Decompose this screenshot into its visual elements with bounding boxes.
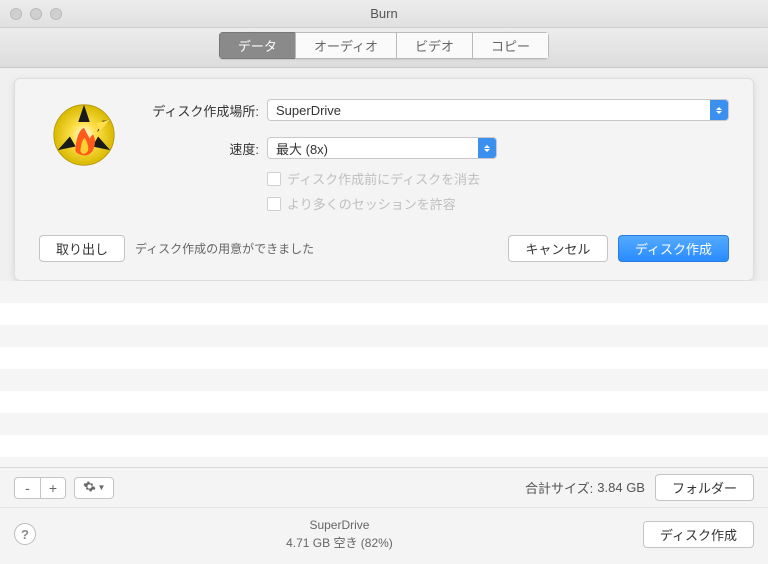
location-select[interactable]: SuperDrive [267, 99, 729, 121]
speed-select[interactable]: 最大 (8x) [267, 137, 497, 159]
select-stepper-icon [710, 100, 728, 120]
speed-label: 速度: [129, 139, 259, 158]
burn-icon [48, 99, 120, 213]
erase-checkbox-label: ディスク作成前にディスクを消去 [287, 169, 480, 188]
bottom-toolbar: - + ▼ 合計サイズ: 3.84 GB フォルダー [0, 467, 768, 507]
window-title: Burn [370, 6, 397, 21]
status-bar: ? SuperDrive 4.71 GB 空き (82%) ディスク作成 [0, 507, 768, 564]
tab-data[interactable]: データ [219, 32, 295, 59]
tab-video[interactable]: ビデオ [396, 32, 472, 59]
drive-name: SuperDrive [36, 516, 643, 534]
location-value: SuperDrive [268, 103, 710, 118]
drive-info: SuperDrive 4.71 GB 空き (82%) [36, 516, 643, 552]
traffic-lights [10, 8, 62, 20]
segmented-control: データ オーディオ ビデオ コピー [219, 32, 549, 59]
erase-checkbox-row: ディスク作成前にディスクを消去 [267, 169, 729, 188]
erase-checkbox [267, 172, 281, 186]
burn-button[interactable]: ディスク作成 [618, 235, 729, 262]
help-button[interactable]: ? [14, 523, 36, 545]
speed-value: 最大 (8x) [268, 139, 478, 158]
zoom-icon[interactable] [50, 8, 62, 20]
ready-status: ディスク作成の用意ができました [135, 240, 314, 257]
total-size-label: 合計サイズ: [525, 478, 593, 497]
chevron-down-icon: ▼ [98, 483, 106, 492]
location-label: ディスク作成場所: [129, 101, 259, 120]
titlebar: Burn [0, 0, 768, 28]
tab-copy[interactable]: コピー [472, 32, 549, 59]
minimize-icon[interactable] [30, 8, 42, 20]
close-icon[interactable] [10, 8, 22, 20]
tab-audio[interactable]: オーディオ [295, 32, 396, 59]
tab-bar: データ オーディオ ビデオ コピー [0, 28, 768, 68]
burn-sheet: ディスク作成場所: SuperDrive 速度: 最大 (8x) [14, 78, 754, 281]
cancel-button[interactable]: キャンセル [508, 235, 608, 262]
burn-button-footer[interactable]: ディスク作成 [643, 521, 754, 548]
session-checkbox [267, 197, 281, 211]
folder-button[interactable]: フォルダー [655, 474, 754, 501]
eject-button[interactable]: 取り出し [39, 235, 125, 262]
session-checkbox-row: より多くのセッションを許容 [267, 194, 729, 213]
remove-button[interactable]: - [14, 477, 40, 499]
gear-menu-button[interactable]: ▼ [74, 477, 114, 499]
select-stepper-icon [478, 138, 496, 158]
add-button[interactable]: + [40, 477, 66, 499]
total-size-value: 3.84 GB [597, 480, 645, 495]
drive-free: 4.71 GB 空き (82%) [36, 534, 643, 552]
gear-icon [83, 480, 96, 496]
session-checkbox-label: より多くのセッションを許容 [287, 194, 456, 213]
file-list-area [0, 281, 768, 467]
